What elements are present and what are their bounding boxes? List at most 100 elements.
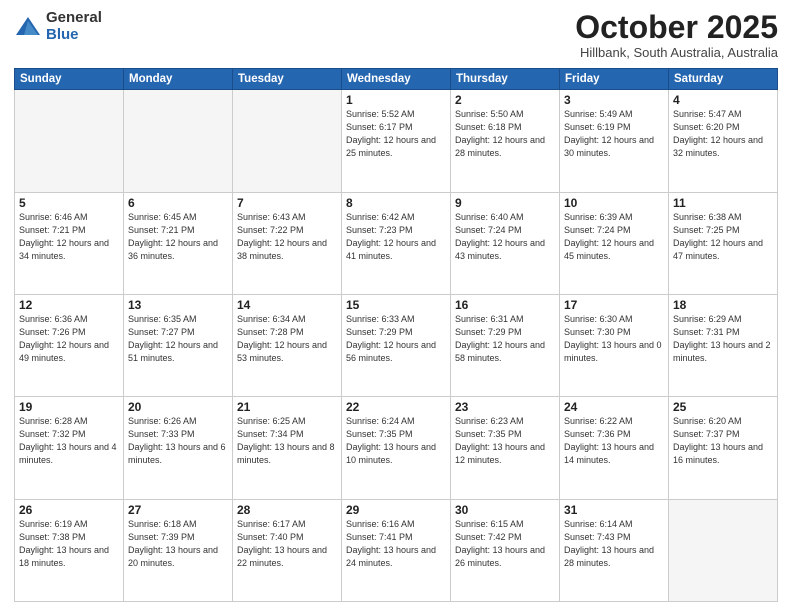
calendar-cell: 6Sunrise: 6:45 AM Sunset: 7:21 PM Daylig… bbox=[124, 192, 233, 294]
calendar-cell: 28Sunrise: 6:17 AM Sunset: 7:40 PM Dayli… bbox=[233, 499, 342, 601]
calendar-cell: 21Sunrise: 6:25 AM Sunset: 7:34 PM Dayli… bbox=[233, 397, 342, 499]
calendar-cell: 23Sunrise: 6:23 AM Sunset: 7:35 PM Dayli… bbox=[451, 397, 560, 499]
location: Hillbank, South Australia, Australia bbox=[575, 45, 778, 60]
header: General Blue October 2025 Hillbank, Sout… bbox=[14, 10, 778, 60]
day-info: Sunrise: 6:35 AM Sunset: 7:27 PM Dayligh… bbox=[128, 313, 228, 365]
day-number: 27 bbox=[128, 503, 228, 517]
day-info: Sunrise: 6:29 AM Sunset: 7:31 PM Dayligh… bbox=[673, 313, 773, 365]
day-number: 29 bbox=[346, 503, 446, 517]
day-number: 19 bbox=[19, 400, 119, 414]
calendar-cell: 29Sunrise: 6:16 AM Sunset: 7:41 PM Dayli… bbox=[342, 499, 451, 601]
day-number: 8 bbox=[346, 196, 446, 210]
day-number: 1 bbox=[346, 93, 446, 107]
day-info: Sunrise: 6:17 AM Sunset: 7:40 PM Dayligh… bbox=[237, 518, 337, 570]
calendar-cell: 1Sunrise: 5:52 AM Sunset: 6:17 PM Daylig… bbox=[342, 90, 451, 192]
weekday-header: Wednesday bbox=[342, 69, 451, 90]
day-info: Sunrise: 6:39 AM Sunset: 7:24 PM Dayligh… bbox=[564, 211, 664, 263]
day-info: Sunrise: 6:19 AM Sunset: 7:38 PM Dayligh… bbox=[19, 518, 119, 570]
day-number: 10 bbox=[564, 196, 664, 210]
day-info: Sunrise: 5:49 AM Sunset: 6:19 PM Dayligh… bbox=[564, 108, 664, 160]
logo-icon bbox=[14, 13, 42, 41]
day-info: Sunrise: 6:40 AM Sunset: 7:24 PM Dayligh… bbox=[455, 211, 555, 263]
day-number: 21 bbox=[237, 400, 337, 414]
day-number: 16 bbox=[455, 298, 555, 312]
calendar-week-row: 1Sunrise: 5:52 AM Sunset: 6:17 PM Daylig… bbox=[15, 90, 778, 192]
day-info: Sunrise: 6:33 AM Sunset: 7:29 PM Dayligh… bbox=[346, 313, 446, 365]
weekday-header: Sunday bbox=[15, 69, 124, 90]
calendar-cell bbox=[669, 499, 778, 601]
calendar-cell: 12Sunrise: 6:36 AM Sunset: 7:26 PM Dayli… bbox=[15, 294, 124, 396]
day-number: 7 bbox=[237, 196, 337, 210]
calendar-cell bbox=[15, 90, 124, 192]
day-number: 3 bbox=[564, 93, 664, 107]
calendar-week-row: 26Sunrise: 6:19 AM Sunset: 7:38 PM Dayli… bbox=[15, 499, 778, 601]
day-info: Sunrise: 6:15 AM Sunset: 7:42 PM Dayligh… bbox=[455, 518, 555, 570]
calendar-cell: 14Sunrise: 6:34 AM Sunset: 7:28 PM Dayli… bbox=[233, 294, 342, 396]
calendar-cell: 25Sunrise: 6:20 AM Sunset: 7:37 PM Dayli… bbox=[669, 397, 778, 499]
calendar-week-row: 5Sunrise: 6:46 AM Sunset: 7:21 PM Daylig… bbox=[15, 192, 778, 294]
day-number: 5 bbox=[19, 196, 119, 210]
calendar-cell bbox=[233, 90, 342, 192]
weekday-header: Thursday bbox=[451, 69, 560, 90]
day-info: Sunrise: 6:26 AM Sunset: 7:33 PM Dayligh… bbox=[128, 415, 228, 467]
calendar-table: SundayMondayTuesdayWednesdayThursdayFrid… bbox=[14, 68, 778, 602]
calendar-cell: 8Sunrise: 6:42 AM Sunset: 7:23 PM Daylig… bbox=[342, 192, 451, 294]
calendar-cell: 31Sunrise: 6:14 AM Sunset: 7:43 PM Dayli… bbox=[560, 499, 669, 601]
day-number: 4 bbox=[673, 93, 773, 107]
day-number: 31 bbox=[564, 503, 664, 517]
calendar-cell: 16Sunrise: 6:31 AM Sunset: 7:29 PM Dayli… bbox=[451, 294, 560, 396]
weekday-header: Tuesday bbox=[233, 69, 342, 90]
day-info: Sunrise: 6:22 AM Sunset: 7:36 PM Dayligh… bbox=[564, 415, 664, 467]
calendar-week-row: 19Sunrise: 6:28 AM Sunset: 7:32 PM Dayli… bbox=[15, 397, 778, 499]
calendar-cell: 26Sunrise: 6:19 AM Sunset: 7:38 PM Dayli… bbox=[15, 499, 124, 601]
calendar-cell: 17Sunrise: 6:30 AM Sunset: 7:30 PM Dayli… bbox=[560, 294, 669, 396]
day-number: 6 bbox=[128, 196, 228, 210]
weekday-header: Monday bbox=[124, 69, 233, 90]
day-info: Sunrise: 6:31 AM Sunset: 7:29 PM Dayligh… bbox=[455, 313, 555, 365]
day-info: Sunrise: 6:46 AM Sunset: 7:21 PM Dayligh… bbox=[19, 211, 119, 263]
weekday-header: Friday bbox=[560, 69, 669, 90]
calendar-cell: 9Sunrise: 6:40 AM Sunset: 7:24 PM Daylig… bbox=[451, 192, 560, 294]
weekday-header: Saturday bbox=[669, 69, 778, 90]
calendar-cell: 22Sunrise: 6:24 AM Sunset: 7:35 PM Dayli… bbox=[342, 397, 451, 499]
calendar-header-row: SundayMondayTuesdayWednesdayThursdayFrid… bbox=[15, 69, 778, 90]
day-info: Sunrise: 6:25 AM Sunset: 7:34 PM Dayligh… bbox=[237, 415, 337, 467]
day-info: Sunrise: 6:16 AM Sunset: 7:41 PM Dayligh… bbox=[346, 518, 446, 570]
calendar-cell: 11Sunrise: 6:38 AM Sunset: 7:25 PM Dayli… bbox=[669, 192, 778, 294]
day-info: Sunrise: 6:28 AM Sunset: 7:32 PM Dayligh… bbox=[19, 415, 119, 467]
day-number: 13 bbox=[128, 298, 228, 312]
day-number: 30 bbox=[455, 503, 555, 517]
calendar-cell: 18Sunrise: 6:29 AM Sunset: 7:31 PM Dayli… bbox=[669, 294, 778, 396]
day-number: 12 bbox=[19, 298, 119, 312]
day-info: Sunrise: 6:23 AM Sunset: 7:35 PM Dayligh… bbox=[455, 415, 555, 467]
calendar-cell: 2Sunrise: 5:50 AM Sunset: 6:18 PM Daylig… bbox=[451, 90, 560, 192]
day-number: 17 bbox=[564, 298, 664, 312]
calendar-cell: 24Sunrise: 6:22 AM Sunset: 7:36 PM Dayli… bbox=[560, 397, 669, 499]
calendar-cell bbox=[124, 90, 233, 192]
page: General Blue October 2025 Hillbank, Sout… bbox=[0, 0, 792, 612]
day-info: Sunrise: 6:38 AM Sunset: 7:25 PM Dayligh… bbox=[673, 211, 773, 263]
day-number: 15 bbox=[346, 298, 446, 312]
calendar-week-row: 12Sunrise: 6:36 AM Sunset: 7:26 PM Dayli… bbox=[15, 294, 778, 396]
day-number: 18 bbox=[673, 298, 773, 312]
day-info: Sunrise: 6:14 AM Sunset: 7:43 PM Dayligh… bbox=[564, 518, 664, 570]
day-number: 9 bbox=[455, 196, 555, 210]
day-number: 20 bbox=[128, 400, 228, 414]
day-info: Sunrise: 5:50 AM Sunset: 6:18 PM Dayligh… bbox=[455, 108, 555, 160]
calendar-cell: 10Sunrise: 6:39 AM Sunset: 7:24 PM Dayli… bbox=[560, 192, 669, 294]
day-info: Sunrise: 6:42 AM Sunset: 7:23 PM Dayligh… bbox=[346, 211, 446, 263]
title-block: October 2025 Hillbank, South Australia, … bbox=[575, 10, 778, 60]
calendar-cell: 3Sunrise: 5:49 AM Sunset: 6:19 PM Daylig… bbox=[560, 90, 669, 192]
day-info: Sunrise: 5:47 AM Sunset: 6:20 PM Dayligh… bbox=[673, 108, 773, 160]
calendar-cell: 19Sunrise: 6:28 AM Sunset: 7:32 PM Dayli… bbox=[15, 397, 124, 499]
day-info: Sunrise: 6:45 AM Sunset: 7:21 PM Dayligh… bbox=[128, 211, 228, 263]
day-number: 22 bbox=[346, 400, 446, 414]
day-info: Sunrise: 6:20 AM Sunset: 7:37 PM Dayligh… bbox=[673, 415, 773, 467]
day-info: Sunrise: 6:24 AM Sunset: 7:35 PM Dayligh… bbox=[346, 415, 446, 467]
calendar-cell: 13Sunrise: 6:35 AM Sunset: 7:27 PM Dayli… bbox=[124, 294, 233, 396]
calendar-cell: 5Sunrise: 6:46 AM Sunset: 7:21 PM Daylig… bbox=[15, 192, 124, 294]
day-number: 11 bbox=[673, 196, 773, 210]
logo-text: General Blue bbox=[46, 10, 102, 43]
day-number: 28 bbox=[237, 503, 337, 517]
calendar-cell: 20Sunrise: 6:26 AM Sunset: 7:33 PM Dayli… bbox=[124, 397, 233, 499]
